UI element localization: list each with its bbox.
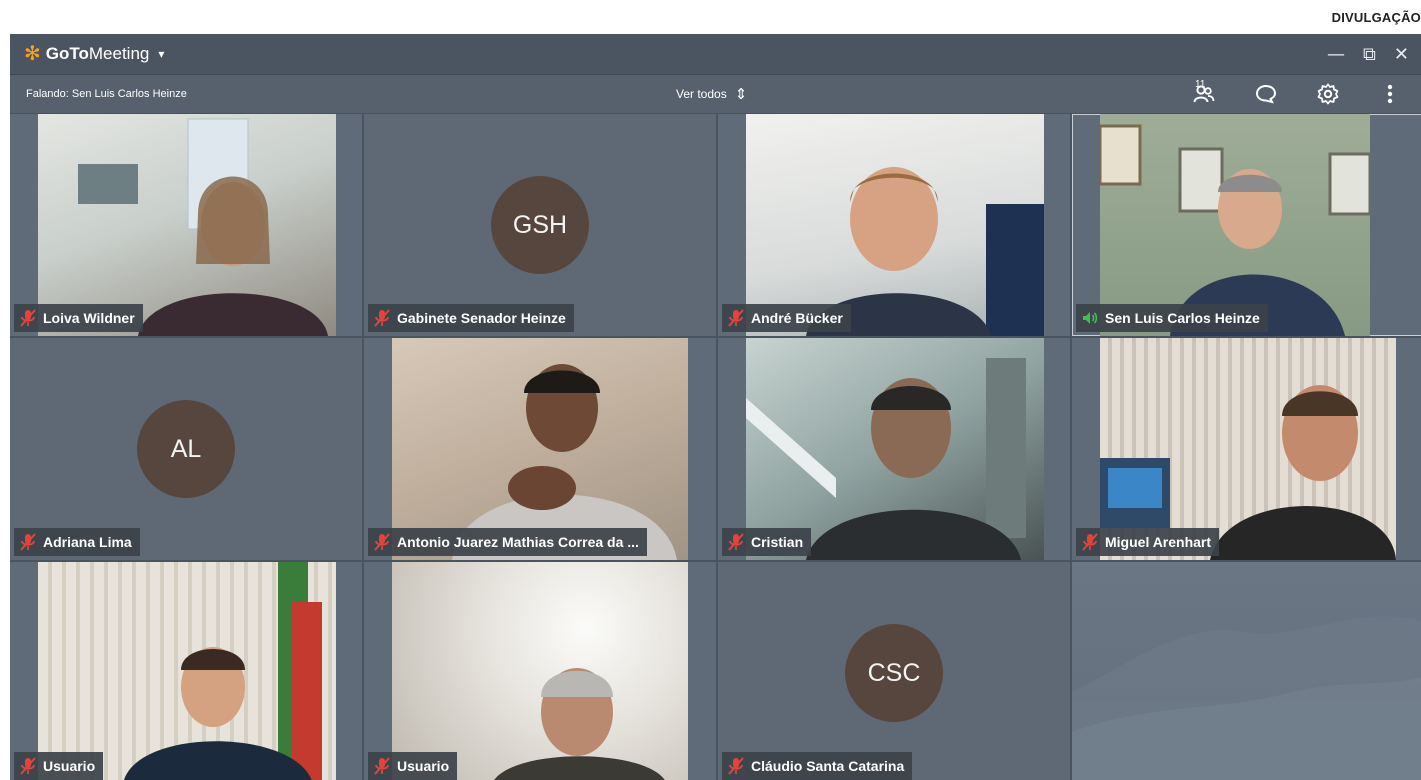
participant-tile[interactable]: AL Adriana Lima [10, 338, 362, 560]
more-options-button[interactable] [1359, 84, 1421, 104]
participant-name: Loiva Wildner [43, 310, 135, 326]
participant-video [746, 338, 1044, 560]
participant-name: Antonio Juarez Mathias Correa da ... [397, 534, 639, 550]
participant-name-tag: Antonio Juarez Mathias Correa da ... [368, 528, 647, 556]
participant-video [746, 114, 1044, 336]
participant-tile[interactable]: André Bücker [718, 114, 1070, 336]
participant-name-tag: Usuario [368, 752, 458, 780]
participant-name-tag: Adriana Lima [14, 528, 140, 556]
participant-name: Adriana Lima [43, 534, 132, 550]
participant-name: Cláudio Santa Catarina [751, 758, 905, 774]
brand-name-regular: Meeting [88, 44, 150, 63]
person-silhouette [1098, 124, 1372, 336]
chevron-down-icon: ▾ [158, 47, 165, 61]
more-vertical-icon [1387, 84, 1393, 104]
speaking-indicator-text: Falando: Sen Luis Carlos Heinze [26, 88, 187, 100]
muted-mic-icon [728, 309, 744, 327]
participant-name-tag: André Bücker [722, 304, 851, 332]
muted-mic-icon [20, 309, 36, 327]
title-bar: ✻ GoTo Meeting ▾ — ⧉ ✕ [10, 34, 1421, 75]
gotomeeting-window: ✻ GoTo Meeting ▾ — ⧉ ✕ Falando: Sen Luis … [10, 34, 1421, 780]
participant-video [392, 562, 688, 780]
sort-arrows-icon: ⇕ [734, 86, 748, 103]
participant-name: Gabinete Senador Heinze [397, 310, 566, 326]
meeting-toolbar: Falando: Sen Luis Carlos Heinze Ver todo… [10, 75, 1421, 114]
participant-avatar: GSH [491, 176, 589, 274]
participant-tile[interactable]: Usuario [10, 562, 362, 780]
muted-mic-icon [20, 757, 36, 775]
chat-icon [1255, 84, 1277, 104]
window-controls: — ⧉ ✕ [1327, 44, 1421, 65]
participant-tile[interactable]: Sen Luis Carlos Heinze [1072, 114, 1421, 336]
muted-mic-icon [1082, 533, 1098, 551]
participant-video [1098, 114, 1372, 336]
person-silhouette [452, 364, 677, 560]
settings-button[interactable] [1297, 83, 1359, 105]
attendee-count: 11 [1195, 79, 1206, 90]
participant-name-tag: Cláudio Santa Catarina [722, 752, 913, 780]
participant-avatar: AL [137, 400, 235, 498]
attendees-button[interactable]: 11 [1173, 79, 1235, 103]
participant-name: André Bücker [751, 310, 843, 326]
speaking-audio-icon [1082, 309, 1098, 327]
person-silhouette [1100, 385, 1396, 560]
app-menu[interactable]: ✻ GoTo Meeting ▾ [10, 44, 164, 64]
toolbar-icons: 11 [1173, 75, 1421, 113]
participant-name: Sen Luis Carlos Heinze [1105, 310, 1260, 326]
participant-name-tag: Gabinete Senador Heinze [368, 304, 574, 332]
participant-name-tag: Cristian [722, 528, 812, 556]
participant-avatar: CSC [845, 624, 943, 722]
view-all-selector[interactable]: Ver todos ⇕ [676, 75, 747, 113]
restore-button[interactable]: ⧉ [1363, 44, 1376, 65]
photo-credit: DIVULGAÇÃO [1331, 10, 1421, 25]
participant-name-tag: Usuario [14, 752, 104, 780]
muted-mic-icon [728, 757, 744, 775]
person-silhouette [494, 668, 665, 780]
participant-name-tag: Miguel Arenhart [1076, 528, 1220, 556]
participant-name: Cristian [751, 534, 804, 550]
muted-mic-icon [20, 533, 36, 551]
person-silhouette [124, 562, 322, 780]
mountain-background [1072, 616, 1421, 780]
gear-icon [1317, 83, 1339, 105]
participant-tile[interactable]: Usuario [364, 562, 716, 780]
muted-mic-icon [374, 533, 390, 551]
person-silhouette [78, 118, 328, 336]
participant-tile[interactable]: CSC Cláudio Santa Catarina [718, 562, 1070, 780]
brand-name-bold: GoTo [45, 44, 89, 63]
participant-name-tag: Loiva Wildner [14, 304, 143, 332]
gotomeeting-logo-icon: ✻ [24, 43, 41, 65]
participant-tile[interactable]: Miguel Arenhart [1072, 338, 1421, 560]
person-silhouette [746, 358, 1026, 560]
participant-video [392, 338, 688, 560]
participant-tile[interactable]: Antonio Juarez Mathias Correa da ... [364, 338, 716, 560]
participant-tile[interactable]: Cristian [718, 338, 1070, 560]
participant-name: Usuario [397, 758, 450, 774]
participant-video [38, 562, 336, 780]
empty-grid-slot [1072, 562, 1421, 780]
participant-name: Usuario [43, 758, 96, 774]
minimize-button[interactable]: — [1327, 44, 1345, 65]
muted-mic-icon [728, 533, 744, 551]
participant-name: Miguel Arenhart [1105, 534, 1212, 550]
view-all-label: Ver todos [676, 87, 727, 101]
participant-name-tag: Sen Luis Carlos Heinze [1076, 304, 1268, 332]
person-silhouette [806, 167, 1044, 336]
participant-video [38, 114, 336, 336]
chat-button[interactable] [1235, 84, 1297, 104]
participant-tile[interactable]: Loiva Wildner [10, 114, 362, 336]
muted-mic-icon [374, 757, 390, 775]
participant-tile[interactable]: GSH Gabinete Senador Heinze [364, 114, 716, 336]
participant-grid: Loiva Wildner GSH Gabinete Senador Heinz… [10, 114, 1421, 780]
participant-video [1100, 338, 1396, 560]
muted-mic-icon [374, 309, 390, 327]
close-button[interactable]: ✕ [1394, 44, 1409, 65]
